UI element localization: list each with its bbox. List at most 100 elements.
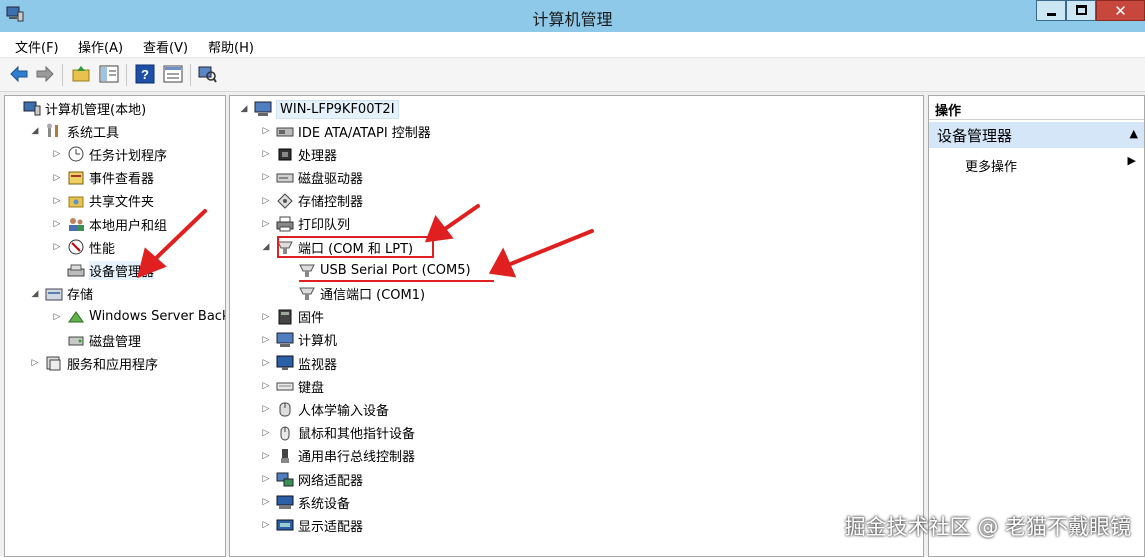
collapsed-arrow-icon[interactable]: ▷ bbox=[260, 126, 272, 136]
scan-hardware-icon[interactable] bbox=[197, 64, 217, 84]
backup-icon bbox=[67, 309, 85, 325]
nav-tree-item[interactable]: ▷ 服务和应用程序 bbox=[29, 352, 158, 374]
forward-arrow-icon[interactable] bbox=[35, 64, 55, 84]
device-category-label: 处理器 bbox=[298, 148, 338, 164]
collapsed-arrow-icon[interactable]: ▷ bbox=[260, 497, 272, 507]
collapsed-arrow-icon[interactable]: ▷ bbox=[51, 219, 63, 229]
nav-tree-item[interactable]: ▷ 性能 bbox=[51, 236, 115, 258]
watermark: 掘金技术社区 @ 老猫不戴眼镜 bbox=[844, 515, 1131, 539]
collapsed-arrow-icon[interactable]: ▷ bbox=[29, 358, 41, 368]
device-category[interactable]: ▷ 监视器 bbox=[260, 352, 337, 374]
collapsed-arrow-icon[interactable]: ▷ bbox=[260, 312, 272, 322]
device-category[interactable]: ▷ 网络适配器 bbox=[260, 468, 363, 490]
device-category[interactable]: ▷ IDE ATA/ATAPI 控制器 bbox=[260, 120, 431, 142]
device-category[interactable]: ▷ 系统设备 bbox=[260, 491, 350, 513]
collapsed-arrow-icon[interactable]: ▷ bbox=[51, 242, 63, 252]
collapsed-arrow-icon[interactable]: ▷ bbox=[51, 149, 63, 159]
menu-help[interactable]: 帮助(H) bbox=[208, 37, 254, 56]
maximize-button[interactable] bbox=[1066, 0, 1096, 21]
device-category[interactable]: ▷ 存储控制器 bbox=[260, 190, 363, 212]
up-folder-icon[interactable] bbox=[71, 64, 91, 84]
nav-tree-item[interactable]: ◢ 系统工具 bbox=[29, 120, 119, 142]
expanded-arrow-icon[interactable]: ◢ bbox=[29, 126, 41, 136]
minimize-button[interactable] bbox=[1036, 0, 1066, 21]
processor-icon bbox=[276, 146, 294, 162]
more-actions-item[interactable]: 更多操作 bbox=[965, 156, 1017, 175]
device-category-label: 通用串行总线控制器 bbox=[298, 450, 416, 466]
collapsed-arrow-icon[interactable]: ▷ bbox=[260, 335, 272, 345]
help-icon[interactable]: ? bbox=[135, 64, 155, 84]
printer-icon bbox=[276, 216, 294, 232]
device-tree-pane[interactable]: ◢ WIN-LFP9KF00T2I ▷ IDE ATA/ATAPI 控制器 ▷ 处理器… bbox=[229, 95, 924, 557]
collapsed-arrow-icon[interactable]: ▷ bbox=[260, 520, 272, 530]
expanded-arrow-icon[interactable]: ◢ bbox=[260, 242, 272, 252]
menu-file[interactable]: 文件(F) bbox=[15, 37, 59, 56]
device-category[interactable]: ▷ 通用串行总线控制器 bbox=[260, 445, 415, 467]
device-category[interactable]: ▷ 打印队列 bbox=[260, 213, 350, 235]
menu-action[interactable]: 操作(A) bbox=[78, 37, 123, 56]
collapsed-arrow-icon[interactable]: ▷ bbox=[260, 381, 272, 391]
device-category[interactable]: USB Serial Port (COM5) bbox=[282, 259, 471, 281]
device-category[interactable]: 通信端口 (COM1) bbox=[282, 282, 425, 304]
clock-icon bbox=[67, 146, 85, 162]
device-tree-root[interactable]: ◢ WIN-LFP9KF00T2I bbox=[238, 98, 399, 120]
device-category[interactable]: ▷ 磁盘驱动器 bbox=[260, 166, 363, 188]
close-button[interactable]: ✕ bbox=[1096, 0, 1145, 21]
nav-tree-label: 磁盘管理 bbox=[89, 334, 142, 350]
device-category-label: 监视器 bbox=[298, 357, 338, 373]
mouse-icon bbox=[276, 425, 294, 441]
disk-drive-icon bbox=[276, 169, 294, 185]
collapsed-arrow-icon[interactable]: ▷ bbox=[51, 196, 63, 206]
nav-tree-item[interactable]: 磁盘管理 bbox=[51, 329, 141, 351]
menu-view[interactable]: 查看(V) bbox=[143, 37, 188, 56]
device-category[interactable]: ▷ 计算机 bbox=[260, 329, 337, 351]
nav-tree-label: 本地用户和组 bbox=[89, 218, 168, 234]
nav-tree-item[interactable]: ▷ 任务计划程序 bbox=[51, 143, 167, 165]
performance-icon bbox=[67, 239, 85, 255]
device-category[interactable]: ▷ 显示适配器 bbox=[260, 514, 363, 536]
collapsed-arrow-icon[interactable]: ▷ bbox=[260, 219, 272, 229]
collapsed-arrow-icon[interactable]: ▷ bbox=[260, 451, 272, 461]
collapsed-arrow-icon[interactable]: ▷ bbox=[51, 312, 63, 322]
collapsed-arrow-icon[interactable]: ▷ bbox=[260, 474, 272, 484]
device-category[interactable]: ▷ 键盘 bbox=[260, 375, 324, 397]
collapsed-arrow-icon[interactable]: ▷ bbox=[260, 358, 272, 368]
device-category-label: USB Serial Port (COM5) bbox=[320, 262, 471, 278]
disk-management-icon bbox=[67, 332, 85, 348]
collapsed-arrow-icon[interactable]: ▷ bbox=[260, 196, 272, 206]
toolbar-separator bbox=[62, 64, 63, 86]
device-category[interactable]: ▷ 人体学输入设备 bbox=[260, 398, 389, 420]
nav-tree-item[interactable]: 计算机管理(本地) bbox=[7, 97, 146, 119]
collapsed-arrow-icon[interactable]: ▷ bbox=[51, 173, 63, 183]
show-hide-tree-icon[interactable] bbox=[99, 64, 119, 84]
collapse-up-icon[interactable]: ▲ bbox=[1130, 127, 1138, 140]
shared-folder-icon bbox=[67, 193, 85, 209]
nav-tree-item[interactable]: ▷ 共享文件夹 bbox=[51, 190, 154, 212]
collapsed-arrow-icon[interactable]: ▷ bbox=[260, 149, 272, 159]
storage-controller-icon bbox=[276, 192, 294, 209]
device-category[interactable]: ▷ 鼠标和其他指针设备 bbox=[260, 422, 415, 444]
nav-tree-item[interactable]: ◢ 存储 bbox=[29, 283, 93, 305]
device-category[interactable]: ▷ 处理器 bbox=[260, 143, 337, 165]
device-category-label: 计算机 bbox=[298, 334, 338, 350]
collapsed-arrow-icon[interactable]: ▷ bbox=[260, 428, 272, 438]
device-category-label: 网络适配器 bbox=[298, 473, 364, 489]
nav-tree-item[interactable]: ▷ Windows Server Back bbox=[51, 306, 225, 328]
expanded-arrow-icon[interactable]: ◢ bbox=[29, 289, 41, 299]
device-category-label: 人体学输入设备 bbox=[298, 403, 390, 419]
expanded-arrow-icon[interactable]: ◢ bbox=[238, 104, 250, 114]
submenu-arrow-icon[interactable]: ▶ bbox=[1128, 154, 1136, 167]
navigation-tree-pane[interactable]: 计算机管理(本地) ◢ 系统工具 ▷ 任务计划程序 ▷ 事件查看器 ▷ 共享文件夹 ▷ 本地用户和组… bbox=[4, 95, 226, 557]
collapsed-arrow-icon[interactable]: ▷ bbox=[260, 404, 272, 414]
properties-icon[interactable] bbox=[163, 64, 183, 84]
storage-icon bbox=[45, 286, 63, 302]
device-category[interactable]: ▷ 固件 bbox=[260, 306, 324, 328]
nav-tree-item[interactable]: 设备管理器 bbox=[51, 259, 155, 281]
collapsed-arrow-icon[interactable]: ▷ bbox=[260, 172, 272, 182]
svg-text:?: ? bbox=[141, 67, 149, 82]
nav-tree-item[interactable]: ▷ 本地用户和组 bbox=[51, 213, 167, 235]
back-arrow-icon[interactable] bbox=[9, 64, 29, 84]
actions-section-device-manager[interactable]: 设备管理器 ▲ bbox=[929, 122, 1144, 148]
nav-tree-item[interactable]: ▷ 事件查看器 bbox=[51, 167, 154, 189]
port-icon bbox=[298, 285, 316, 301]
